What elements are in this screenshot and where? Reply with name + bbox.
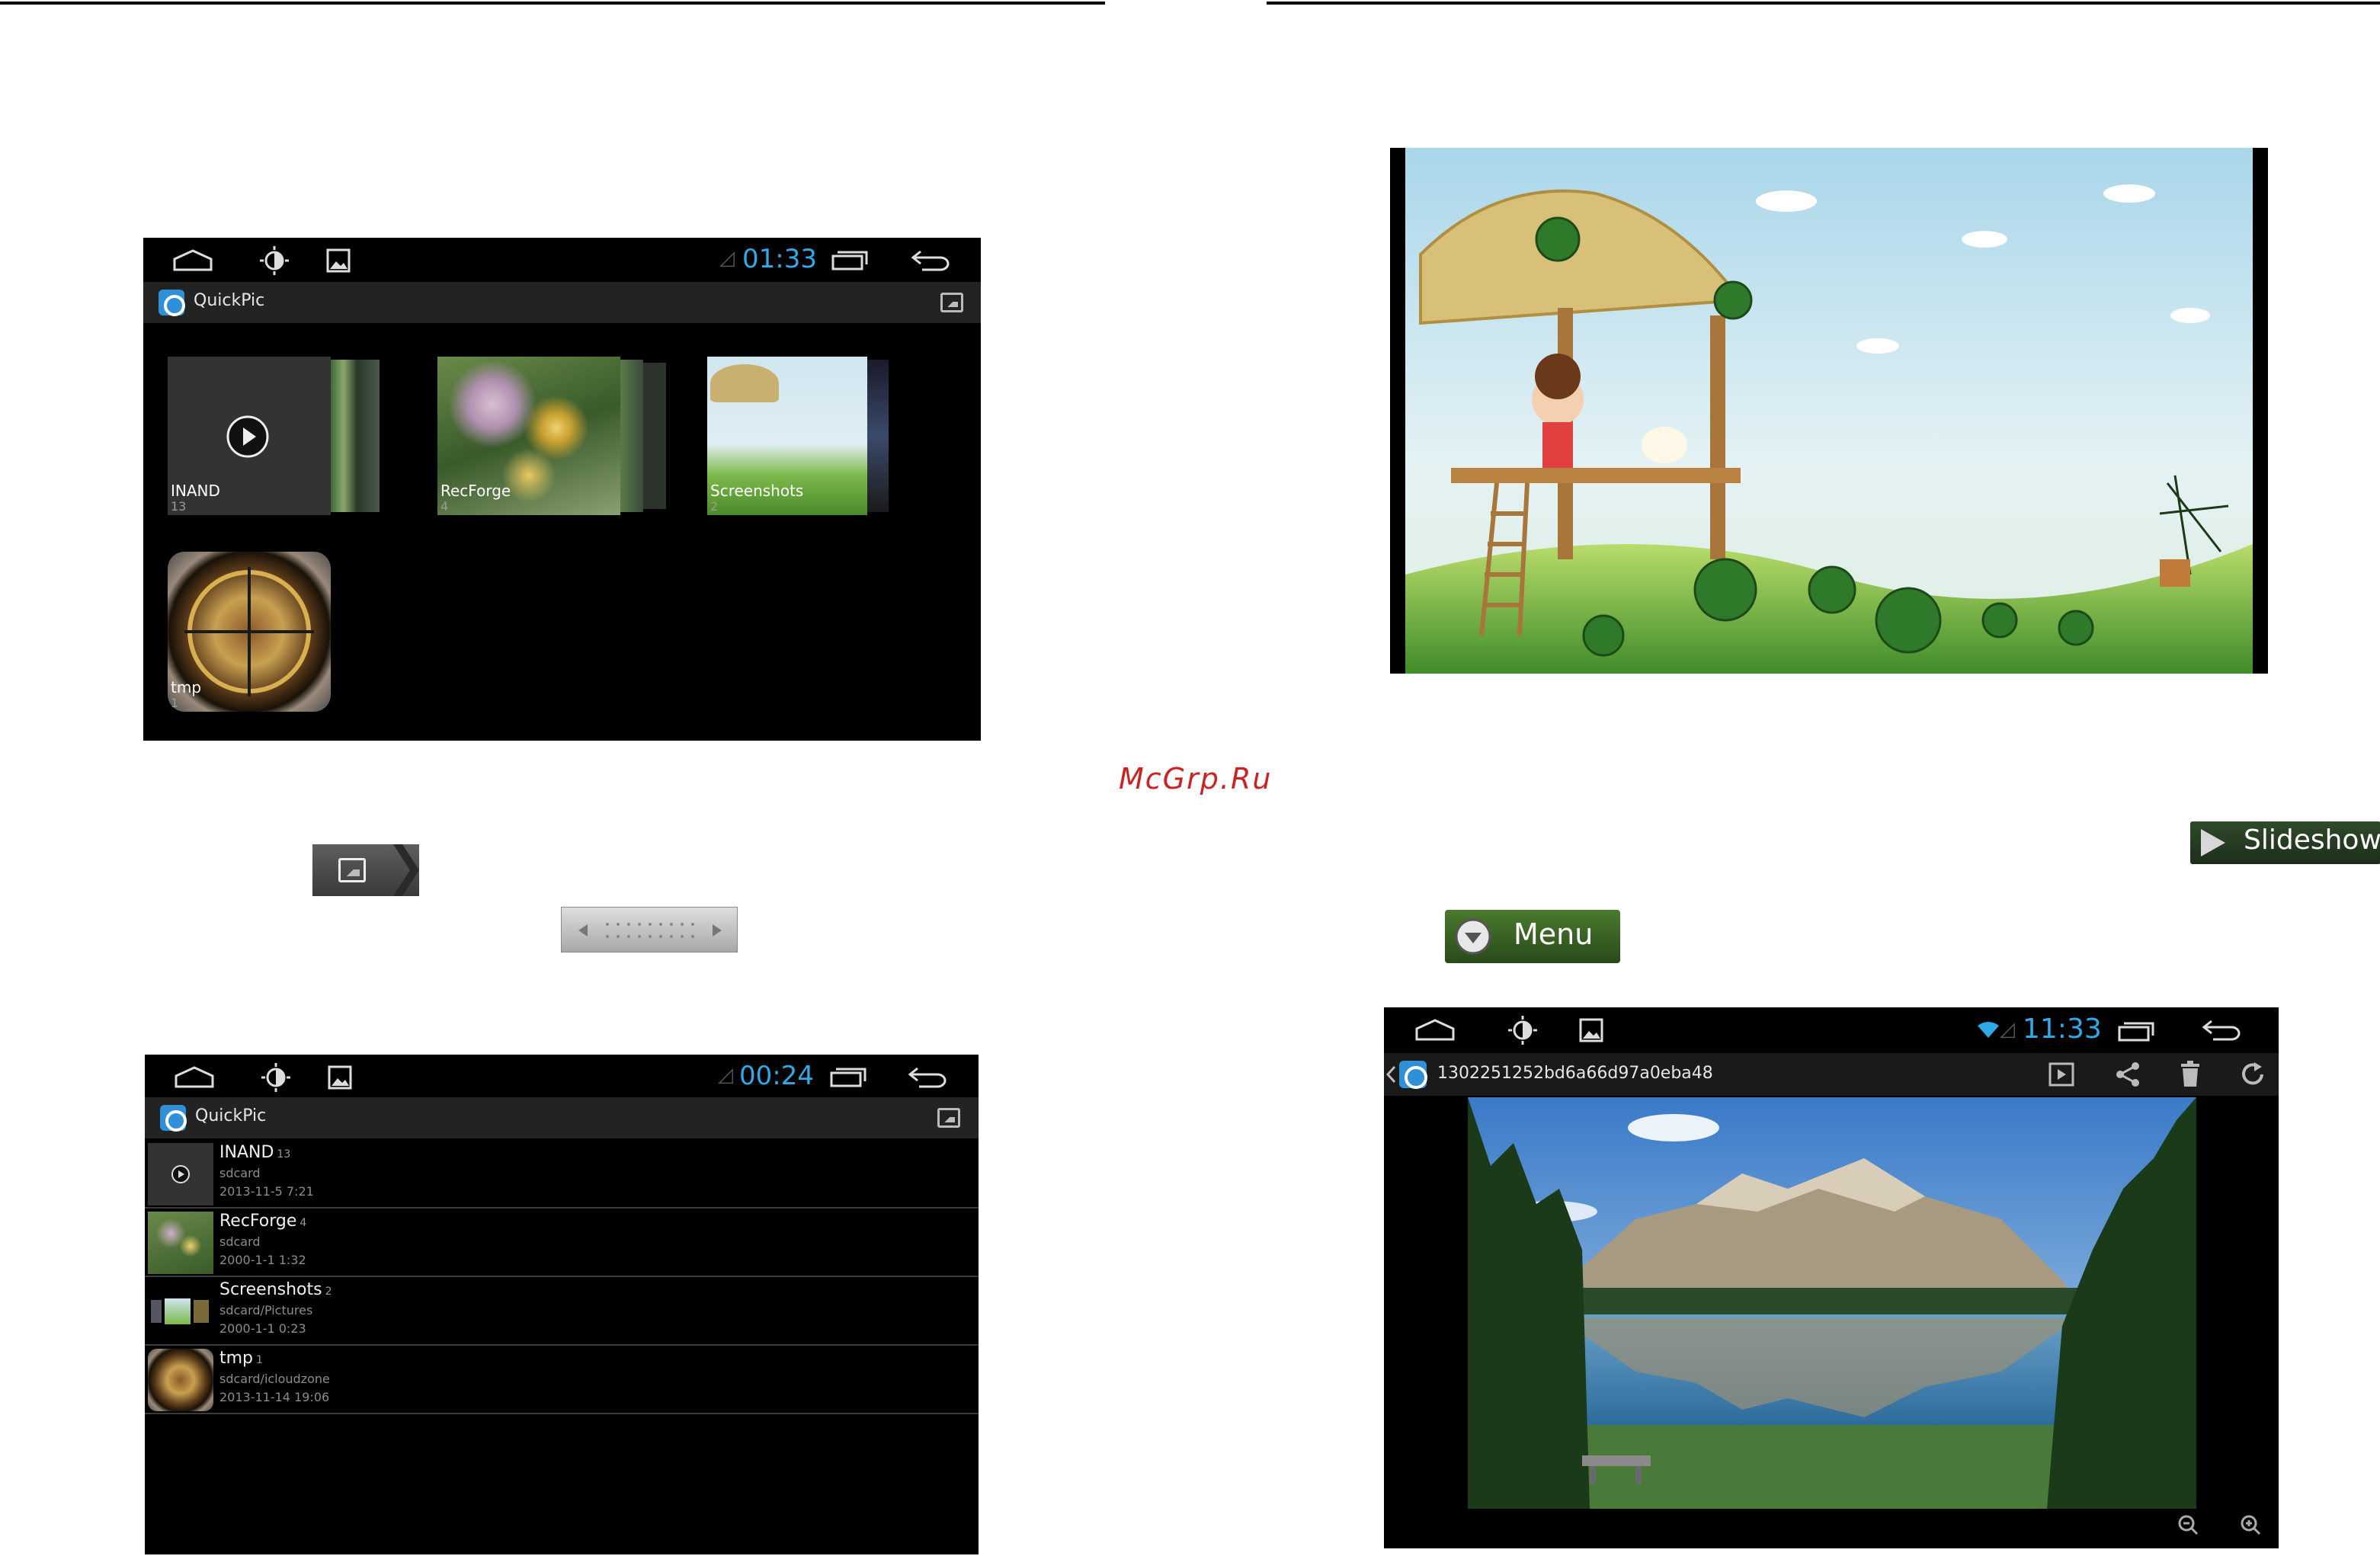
app-title: QuickPic — [195, 1106, 267, 1125]
trash-icon[interactable] — [2180, 1061, 2201, 1088]
play-icon — [2201, 829, 2225, 856]
album-date: 2013-11-5 7:21 — [219, 1184, 314, 1199]
view-mode-icon[interactable] — [940, 293, 963, 312]
share-icon[interactable] — [2114, 1061, 2141, 1088]
play-icon — [171, 1165, 190, 1183]
album-name: tmp — [171, 678, 202, 696]
album-thumbnail — [148, 1280, 213, 1343]
clock: 01:33 — [742, 244, 817, 274]
album-count: 13 — [171, 499, 187, 514]
handle-grip-icon — [578, 923, 722, 938]
viewer-app-bar: 1302251252bd6a66d97a0eba48 — [1384, 1053, 2279, 1096]
album-date: 2013-11-14 19:06 — [219, 1390, 330, 1404]
album-path: sdcard/Pictures — [219, 1303, 313, 1317]
album-name: RecForge — [440, 482, 511, 500]
album-tile-tmp[interactable]: tmp 1 — [168, 552, 331, 712]
wifi-icon — [1978, 1022, 1999, 1038]
album-thumbnail — [148, 1349, 213, 1411]
slideshow-icon[interactable] — [2048, 1062, 2074, 1087]
list-item[interactable]: INAND 13 sdcard 2013-11-5 7:21 — [145, 1140, 979, 1209]
clock: 11:33 — [2023, 1013, 2102, 1045]
brightness-icon[interactable] — [1507, 1015, 1538, 1045]
album-tile-screenshots[interactable]: Screenshots 2 — [707, 357, 898, 515]
slideshow-label: Slideshow — [2244, 824, 2380, 856]
signal-icon: ◿ — [719, 247, 735, 270]
album-path: sdcard — [219, 1166, 261, 1180]
gallery-icon[interactable] — [328, 1065, 352, 1090]
album-name: RecForge 4 — [219, 1212, 307, 1231]
brightness-icon[interactable] — [259, 245, 290, 276]
recents-icon[interactable] — [829, 1067, 867, 1088]
signal-icon: ◿ — [718, 1064, 733, 1087]
zoom-in-icon[interactable] — [2239, 1513, 2262, 1536]
album-path: sdcard/icloudzone — [219, 1372, 330, 1386]
album-count: 4 — [440, 499, 449, 514]
album-count: 2 — [710, 499, 719, 514]
list-item[interactable]: Screenshots 2 sdcard/Pictures 2000-1-1 0:… — [145, 1277, 979, 1346]
folder-view-button[interactable] — [312, 844, 419, 896]
brightness-icon[interactable] — [261, 1062, 291, 1093]
album-path: sdcard — [219, 1234, 261, 1249]
gallery-icon[interactable] — [326, 248, 351, 273]
quickpic-logo-icon — [159, 290, 186, 317]
gallery-icon — [338, 858, 366, 882]
home-icon[interactable] — [1413, 1018, 1457, 1042]
list-item[interactable]: tmp 1 sdcard/icloudzone 2013-11-14 19:06 — [145, 1346, 979, 1414]
signal-icon: ◿ — [2000, 1018, 2015, 1041]
album-name: INAND — [171, 482, 220, 500]
status-bar: ◿ 01:33 — [143, 238, 981, 282]
app-title: QuickPic — [194, 291, 265, 310]
album-name: tmp 1 — [219, 1349, 263, 1368]
back-icon[interactable] — [910, 248, 951, 273]
cartoon-picture — [1390, 148, 2268, 674]
status-bar: ◿ 11:33 — [1384, 1007, 2279, 1053]
recents-icon[interactable] — [2117, 1021, 2155, 1042]
chevron-right-icon — [393, 844, 419, 896]
chevron-left-icon[interactable] — [1385, 1065, 1396, 1084]
top-rule-left — [0, 2, 1105, 5]
album-date: 2000-1-1 0:23 — [219, 1321, 306, 1336]
list-item[interactable]: RecForge 4 sdcard 2000-1-1 1:32 — [145, 1209, 979, 1277]
quickpic-grid-screen: ◿ 01:33 QuickPic INAND 13 RecForge 4 Scr… — [143, 238, 981, 741]
zoom-out-icon[interactable] — [2177, 1513, 2199, 1536]
watermark: McGrp.Ru — [1119, 762, 1273, 796]
play-icon — [226, 415, 269, 458]
album-tile-recforge[interactable]: RecForge 4 — [437, 357, 669, 515]
gallery-icon[interactable] — [1579, 1018, 1603, 1042]
home-icon[interactable] — [172, 248, 213, 273]
top-rule-right — [1267, 2, 2380, 5]
back-icon[interactable] — [2201, 1018, 2242, 1042]
quickpic-list-screen: ◿ 00:24 QuickPic INAND 13 sdcard 2013-11-… — [145, 1055, 979, 1554]
album-thumbnail — [148, 1143, 213, 1205]
home-icon[interactable] — [174, 1065, 215, 1090]
recents-icon[interactable] — [831, 250, 869, 271]
app-bar: QuickPic — [143, 282, 981, 323]
rotate-icon[interactable] — [2239, 1061, 2266, 1088]
status-bar: ◿ 00:24 — [145, 1055, 979, 1097]
album-tile-inand[interactable]: INAND 13 — [168, 357, 396, 515]
file-title: 1302251252bd6a66d97a0eba48 — [1437, 1064, 1713, 1083]
album-thumbnail — [148, 1212, 213, 1274]
chevron-down-icon — [1455, 918, 1491, 955]
album-name: Screenshots — [710, 482, 804, 500]
view-mode-icon[interactable] — [937, 1108, 960, 1128]
quickpic-logo-icon — [1399, 1061, 1427, 1089]
photo-viewer-screen: ◿ 11:33 1302251252bd6a66d97a0eba48 — [1384, 1007, 2279, 1548]
app-bar: QuickPic — [145, 1097, 979, 1138]
album-date: 2000-1-1 1:32 — [219, 1253, 306, 1267]
slideshow-button[interactable]: Slideshow — [2190, 821, 2380, 864]
album-count: 1 — [171, 696, 179, 710]
clock: 00:24 — [739, 1061, 814, 1091]
quickpic-logo-icon — [160, 1105, 187, 1132]
menu-label: Menu — [1514, 917, 1594, 951]
cartoon-illustration — [1405, 148, 2253, 674]
album-name: Screenshots 2 — [219, 1280, 332, 1299]
back-icon[interactable] — [907, 1065, 948, 1090]
album-name: INAND 13 — [219, 1143, 291, 1162]
landscape-photo — [1468, 1097, 2196, 1509]
scroll-handle[interactable] — [561, 907, 738, 952]
menu-button[interactable]: Menu — [1445, 910, 1620, 963]
